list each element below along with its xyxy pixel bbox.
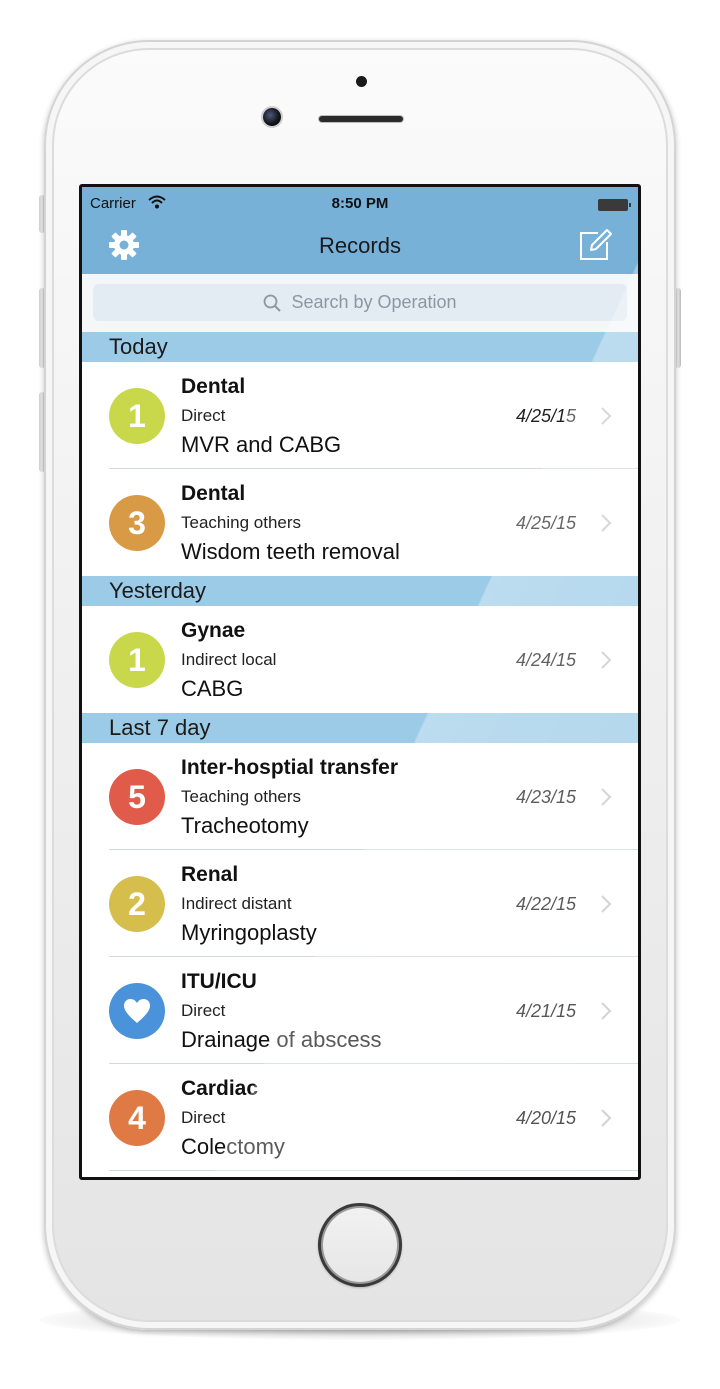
- record-operation: CABG: [181, 676, 244, 701]
- proximity-sensor: [356, 76, 367, 87]
- record-row[interactable]: 3 Dental Teaching others Wisdom teeth remov…: [82, 469, 638, 576]
- record-count-badge: 2: [109, 876, 165, 932]
- section-header: Last 7 day: [82, 713, 638, 743]
- record-date: 4/20/15: [515, 1108, 576, 1128]
- record-date: 4/22/15: [515, 894, 576, 914]
- search-icon: [264, 294, 282, 312]
- record-role: Direct: [181, 406, 226, 425]
- earpiece-speaker: [319, 116, 403, 122]
- record-role: Direct: [181, 1001, 226, 1020]
- records-list: Today 1 Dental Direct MVR and CABG 4/25/15 3 De…: [82, 332, 638, 1171]
- record-date: 4/23/15: [515, 787, 576, 807]
- search-bar-container: Search by Operation: [82, 274, 638, 332]
- record-count-badge: 1: [109, 632, 165, 688]
- status-time: 8:50 PM: [331, 195, 389, 212]
- record-operation: Wisdom teeth removal: [181, 539, 400, 564]
- record-row[interactable]: 2 Renal Indirect distant Myringoplasty 4/22/…: [82, 850, 638, 957]
- chevron-right-icon: [601, 1002, 612, 1020]
- record-role: Direct: [181, 1108, 226, 1127]
- compose-icon[interactable]: [578, 228, 612, 262]
- chevron-right-icon: [601, 514, 612, 532]
- home-button[interactable]: [318, 1203, 402, 1287]
- chevron-right-icon: [601, 1109, 612, 1127]
- record-specialty: Cardiac: [181, 1077, 259, 1100]
- record-row[interactable]: 4 Cardiac Direct Colectomy 4/20/15: [82, 1064, 638, 1171]
- record-operation: Drainage of abscess: [181, 1027, 382, 1052]
- section-header: Yesterday: [82, 576, 638, 606]
- record-date: 4/25/15: [515, 513, 576, 533]
- record-count-badge: 5: [109, 769, 165, 825]
- record-row[interactable]: ITU/ICU Direct Drainage of abscess 4/21/15: [82, 957, 638, 1064]
- record-operation: Tracheotomy: [181, 813, 309, 838]
- section-header: Today: [82, 332, 638, 362]
- search-placeholder: Search by Operation: [291, 292, 457, 312]
- status-bar: Carrier 8:50 PM: [82, 193, 638, 217]
- record-date: 4/21/15: [515, 1001, 576, 1021]
- battery-icon: [598, 199, 631, 211]
- heart-icon: [124, 999, 150, 1023]
- record-role: Indirect distant: [181, 894, 292, 913]
- phone-screen: Carrier 8:50 PM Records Search by Operat…: [79, 184, 641, 1180]
- chevron-right-icon: [601, 895, 612, 913]
- app-view: Carrier 8:50 PM Records Search by Operat…: [82, 187, 638, 1177]
- navigation-header: Carrier 8:50 PM Records: [82, 187, 638, 274]
- record-specialty: Dental: [181, 482, 246, 505]
- record-date: 4/24/15: [515, 650, 576, 670]
- page-title: Records: [319, 233, 401, 258]
- record-specialty: Renal: [181, 863, 239, 886]
- record-specialty: ITU/ICU: [181, 970, 257, 993]
- record-date: 4/25/15: [515, 406, 576, 426]
- record-count-badge: [109, 983, 165, 1039]
- front-camera: [263, 108, 281, 126]
- record-count-badge: 4: [109, 1090, 165, 1146]
- record-specialty: Gynae: [181, 619, 246, 642]
- record-count-badge: 1: [109, 388, 165, 444]
- chevron-right-icon: [601, 407, 612, 425]
- record-row[interactable]: 1 Dental Direct MVR and CABG 4/25/15: [82, 362, 638, 469]
- chevron-right-icon: [601, 788, 612, 806]
- record-specialty: Inter-hosptial transfer: [181, 756, 399, 779]
- record-operation: Myringoplasty: [181, 920, 317, 945]
- record-role: Teaching others: [181, 513, 302, 532]
- chevron-right-icon: [601, 651, 612, 669]
- navbar: Records: [82, 225, 638, 269]
- record-specialty: Dental: [181, 375, 246, 398]
- search-input[interactable]: Search by Operation: [93, 284, 627, 321]
- record-row[interactable]: 1 Gynae Indirect local CABG 4/24/15: [82, 606, 638, 713]
- record-count-badge: 3: [109, 495, 165, 551]
- record-row[interactable]: 5 Inter-hosptial transfer Teaching others T…: [82, 743, 638, 850]
- record-operation: MVR and CABG: [181, 432, 342, 457]
- record-operation: Colectomy: [181, 1134, 285, 1159]
- record-role: Indirect local: [181, 650, 277, 669]
- record-role: Teaching others: [181, 787, 302, 806]
